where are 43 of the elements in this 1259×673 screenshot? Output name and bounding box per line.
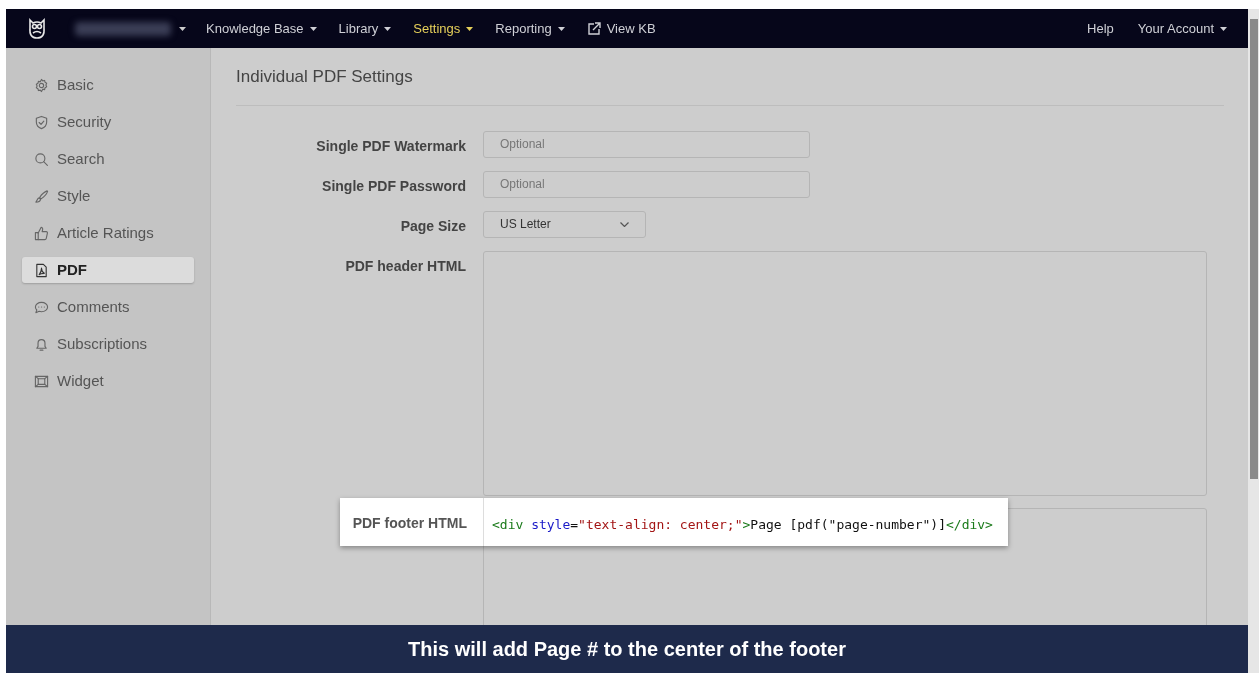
nav-menu[interactable]: View KB	[586, 18, 656, 39]
brush-icon	[34, 188, 49, 204]
sidebar-item[interactable]: Comments	[22, 294, 194, 320]
sidebar-item[interactable]: Widget	[22, 368, 194, 394]
widget-icon	[34, 373, 49, 389]
search-icon	[34, 151, 49, 167]
field-label: Page Size	[399, 216, 466, 236]
thumbs-up-icon	[34, 225, 49, 241]
nav-link[interactable]: Your Account	[1137, 18, 1227, 39]
caption-banner: This will add Page # to the center of the footer	[6, 625, 1248, 673]
shield-icon	[34, 114, 49, 130]
blurred-brand[interactable]	[75, 21, 171, 36]
field-label: Single PDF Watermark	[315, 136, 466, 156]
field-label: Single PDF Password	[321, 176, 466, 196]
sidebar-item[interactable]: Search	[22, 146, 194, 172]
sidebar-item[interactable]: Style	[22, 183, 194, 209]
owl-logo-icon[interactable]	[27, 17, 47, 40]
page-size-dropdown[interactable]: US Letter	[483, 210, 646, 238]
pdf-file-icon	[34, 262, 49, 278]
page-title: Individual PDF Settings	[236, 64, 1224, 106]
text-input[interactable]: Optional	[483, 170, 810, 198]
code-field[interactable]: <div style="text-align: center;">Page [pdf("page-number")]</div>	[483, 497, 1008, 546]
speech-bubble-icon	[34, 299, 49, 315]
bell-icon	[34, 336, 49, 352]
sidebar-item[interactable]: PDF	[22, 257, 194, 283]
scrollbar-thumb[interactable]	[1249, 19, 1258, 479]
field-label: PDF footer HTML	[351, 513, 468, 533]
nav-menu[interactable]: Reporting	[495, 18, 565, 39]
nav-link[interactable]: Help	[1087, 18, 1114, 39]
sidebar-item[interactable]: Security	[22, 109, 194, 135]
field-label: PDF header HTML	[344, 256, 466, 276]
chevron-down-icon	[620, 221, 629, 227]
nav-menu[interactable]: Library	[338, 18, 392, 39]
sidebar-item[interactable]: Subscriptions	[22, 331, 194, 357]
nav-menu[interactable]: Knowledge Base	[206, 18, 317, 39]
sidebar-item[interactable]: Article Ratings	[22, 220, 194, 246]
caret-icon[interactable]	[179, 26, 186, 31]
text-input[interactable]: Optional	[483, 130, 810, 158]
sidebar-item[interactable]: Basic	[22, 72, 194, 98]
textarea-field[interactable]	[483, 250, 1207, 496]
nav-menu[interactable]: Settings	[413, 18, 474, 39]
settings-icon	[34, 77, 49, 93]
external-link-icon	[586, 21, 601, 36]
